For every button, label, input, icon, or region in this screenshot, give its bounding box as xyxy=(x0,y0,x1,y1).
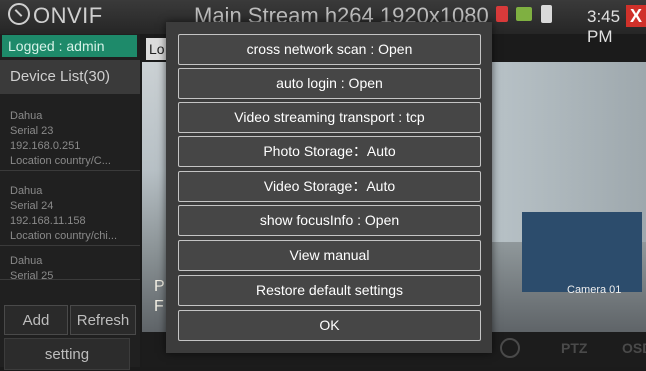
device-serial: Serial 25 xyxy=(10,270,54,280)
battery-icon xyxy=(540,5,552,23)
device-name: Dahua xyxy=(10,110,43,122)
device-serial: Serial 24 xyxy=(10,200,54,212)
app-title: ONVIF xyxy=(8,3,103,29)
close-button[interactable]: X xyxy=(626,5,646,27)
logged-status: Logged : admin xyxy=(2,35,137,57)
video-overlay-text: F xyxy=(154,298,164,315)
device-name: Dahua xyxy=(10,185,43,197)
refresh-button[interactable]: Refresh xyxy=(70,305,136,335)
device-location: Location country/C... xyxy=(10,155,111,167)
status-icons xyxy=(496,5,556,27)
setting-button[interactable]: setting xyxy=(4,338,130,370)
video-overlay-text: P xyxy=(154,278,165,295)
show-focus-info-button[interactable]: show focusInfo : Open xyxy=(178,205,481,236)
device-location: Location country/chi... xyxy=(10,230,118,242)
auto-login-button[interactable]: auto login : Open xyxy=(178,68,481,99)
osd-button[interactable]: OSD xyxy=(622,340,646,356)
restore-defaults-button[interactable]: Restore default settings xyxy=(178,275,481,306)
sidebar: Logged : admin Device List(30) Dahua Ser… xyxy=(0,34,140,370)
camera-label: Camera 01 xyxy=(567,284,622,296)
ptz-button[interactable]: PTZ xyxy=(561,340,587,356)
device-list: Dahua Serial 23 192.168.0.251 Location c… xyxy=(0,96,140,280)
device-name: Dahua xyxy=(10,255,43,267)
device-item[interactable]: Dahua Serial 23 192.168.0.251 Location c… xyxy=(0,96,140,171)
device-serial: Serial 23 xyxy=(10,125,54,137)
network-icon xyxy=(516,7,533,21)
device-item[interactable]: Dahua Serial 25 xyxy=(0,246,140,280)
onvif-logo-icon xyxy=(8,3,30,25)
view-manual-button[interactable]: View manual xyxy=(178,240,481,271)
app-title-text: ONVIF xyxy=(33,3,103,28)
video-storage-button[interactable]: Video Storage：Auto xyxy=(178,171,481,202)
add-button[interactable]: Add xyxy=(4,305,68,335)
video-scene-desk xyxy=(522,212,642,292)
ok-button[interactable]: OK xyxy=(178,310,481,341)
play-icon[interactable] xyxy=(500,338,520,358)
device-ip: 192.168.0.251 xyxy=(10,140,81,152)
device-actions: Add Refresh xyxy=(4,305,138,335)
sd-card-icon xyxy=(496,6,508,22)
device-ip: 192.168.11.158 xyxy=(10,215,86,227)
settings-dialog: cross network scan : Open auto login : O… xyxy=(166,22,492,353)
device-item[interactable]: Dahua Serial 24 192.168.11.158 Location … xyxy=(0,171,140,246)
close-icon: X xyxy=(629,6,642,26)
device-list-title: Device List(30) xyxy=(0,60,140,94)
photo-storage-button[interactable]: Photo Storage：Auto xyxy=(178,136,481,167)
video-transport-button[interactable]: Video streaming transport : tcp xyxy=(178,102,481,133)
cross-network-scan-button[interactable]: cross network scan : Open xyxy=(178,34,481,65)
